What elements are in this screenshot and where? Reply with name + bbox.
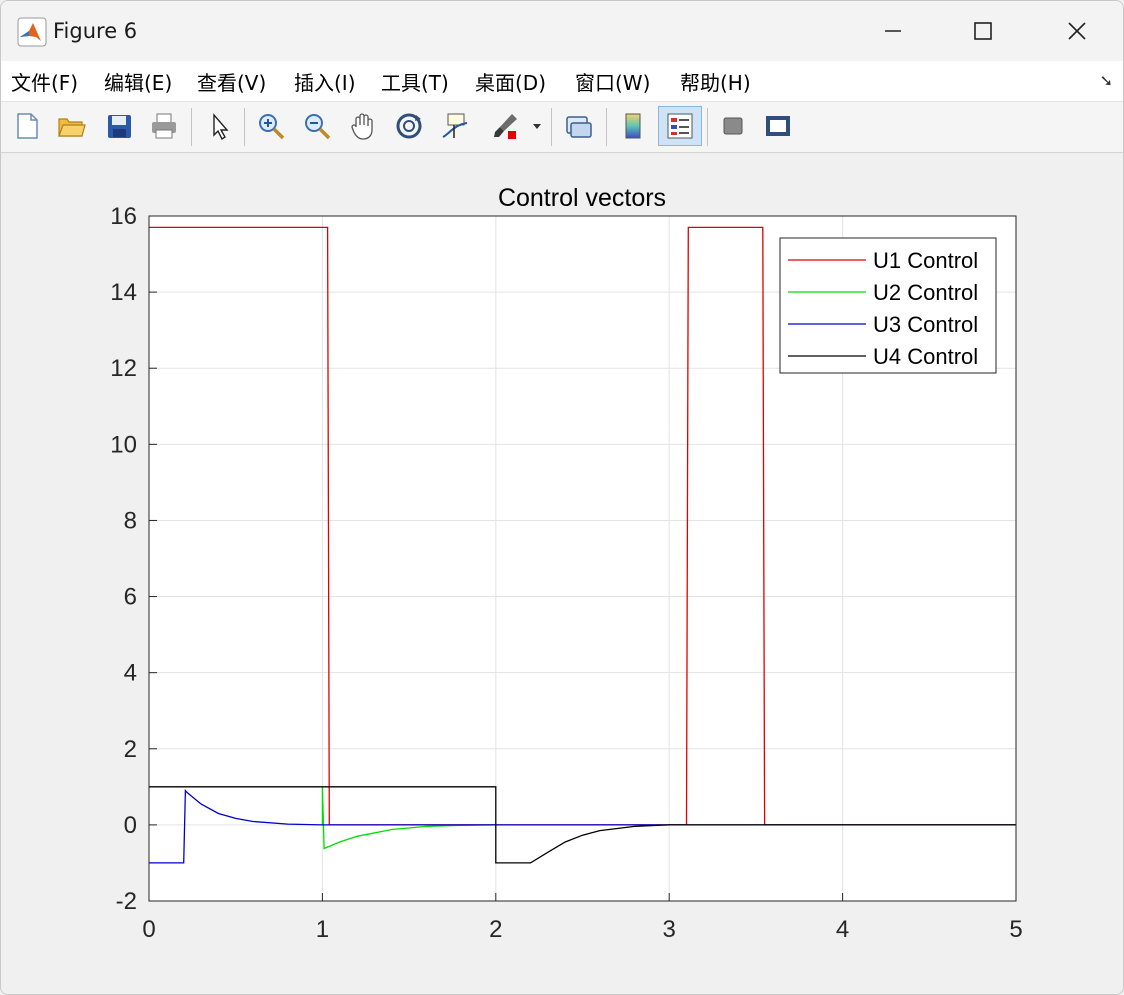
x-tick-label: 4 xyxy=(836,916,849,943)
menu-file[interactable]: 文件(F) xyxy=(11,67,78,96)
title-bar[interactable]: Figure 6 xyxy=(1,1,1123,61)
plot-canvas[interactable]: 012345 -20246810121416 Control vectors U… xyxy=(1,153,1123,994)
toolbar-separator xyxy=(707,108,708,146)
chevron-down-icon xyxy=(533,124,541,129)
link-plot-button[interactable] xyxy=(560,108,596,144)
y-tick-label: -2 xyxy=(116,888,137,915)
new-figure-icon xyxy=(17,113,38,139)
open-file-icon xyxy=(58,118,86,137)
y-tick-label: 0 xyxy=(124,812,137,839)
x-tick-label: 5 xyxy=(1009,916,1022,943)
toolbar-separator xyxy=(244,108,245,146)
legend-label-u4: U4 Control xyxy=(873,344,978,369)
legend-label-u1: U1 Control xyxy=(873,248,978,273)
colorbar-button[interactable] xyxy=(615,108,651,144)
legend[interactable]: U1 Control U2 Control U3 Control U4 Control xyxy=(779,237,997,374)
edit-plot-arrow-icon xyxy=(213,113,229,141)
figure-toolbar xyxy=(1,102,1123,153)
menu-tools[interactable]: 工具(T) xyxy=(381,67,449,96)
menu-bar: 文件(F) 编辑(E) 查看(V) 插入(I) 工具(T) 桌面(D) 窗口(W… xyxy=(1,61,1123,102)
menu-window[interactable]: 窗口(W) xyxy=(575,67,650,96)
legend-label-u3: U3 Control xyxy=(873,312,978,337)
x-tick-label: 2 xyxy=(489,916,502,943)
figure-window: Figure 6 文件(F) 编辑(E) 查看(V) 插入(I) 工具(T) 桌… xyxy=(0,0,1124,995)
pan-hand-icon xyxy=(351,113,373,140)
legend-icon xyxy=(667,113,693,139)
y-tick-label: 6 xyxy=(124,584,137,611)
colorbar-icon xyxy=(625,113,641,139)
x-tick-label: 3 xyxy=(663,916,676,943)
figure-canvas-area: 012345 -2 0 2 4 6 8 10 12 14 16 Control vectors U… xyxy=(1,153,1123,994)
x-tick-label: 1 xyxy=(316,916,329,943)
show-plot-tools-button[interactable] xyxy=(760,108,796,144)
zoom-in-icon xyxy=(259,114,285,140)
minimize-icon xyxy=(885,30,901,32)
close-button[interactable] xyxy=(1031,1,1123,61)
link-plot-icon xyxy=(566,116,592,138)
edit-plot-button[interactable] xyxy=(201,108,237,144)
minimize-button[interactable] xyxy=(847,1,939,61)
dock-arrow-icon[interactable]: ➘ xyxy=(1100,71,1113,90)
print-button[interactable] xyxy=(146,108,182,144)
window-title: Figure 6 xyxy=(53,19,138,43)
chart-title: Control vectors xyxy=(498,184,666,212)
maximize-button[interactable] xyxy=(937,1,1029,61)
menu-help[interactable]: 帮助(H) xyxy=(680,67,751,96)
y-tick-label: 2 xyxy=(124,736,137,763)
y-tick-label: 4 xyxy=(124,660,137,687)
pan-button[interactable] xyxy=(345,108,381,144)
menu-insert[interactable]: 插入(I) xyxy=(294,67,356,96)
rotate-3d-button[interactable] xyxy=(391,108,427,144)
menu-edit[interactable]: 编辑(E) xyxy=(104,67,172,96)
y-tick-label: 10 xyxy=(110,431,137,458)
new-figure-button[interactable] xyxy=(9,108,45,144)
zoom-out-icon xyxy=(305,114,331,140)
hide-plot-tools-icon xyxy=(723,117,743,135)
brush-button[interactable] xyxy=(487,108,523,144)
save-button[interactable] xyxy=(101,108,137,144)
menu-view[interactable]: 查看(V) xyxy=(197,67,266,96)
menu-desktop[interactable]: 桌面(D) xyxy=(475,67,546,96)
brush-dropdown-button[interactable] xyxy=(527,108,547,144)
y-tick-label: 16 xyxy=(110,203,137,230)
print-icon xyxy=(152,113,176,139)
show-plot-tools-icon xyxy=(766,116,790,136)
legend-button[interactable] xyxy=(658,106,702,146)
data-cursor-icon xyxy=(442,113,468,138)
x-tick-label: 0 xyxy=(142,916,155,943)
hide-plot-tools-button[interactable] xyxy=(715,108,751,144)
brush-icon xyxy=(494,114,517,139)
legend-label-u2: U2 Control xyxy=(873,280,978,305)
save-icon xyxy=(108,115,131,138)
toolbar-separator xyxy=(551,108,552,146)
close-icon xyxy=(1068,22,1086,40)
y-tick-label: 14 xyxy=(110,279,137,306)
y-tick-label: 12 xyxy=(110,355,137,382)
open-file-button[interactable] xyxy=(53,108,89,144)
matlab-logo-icon xyxy=(17,17,47,47)
maximize-icon xyxy=(974,22,992,40)
toolbar-separator xyxy=(606,108,607,146)
rotate-3d-icon xyxy=(396,113,422,139)
toolbar-separator xyxy=(191,108,192,146)
y-tick-label: 8 xyxy=(124,507,137,534)
data-cursor-button[interactable] xyxy=(437,108,473,144)
zoom-out-button[interactable] xyxy=(299,108,335,144)
zoom-in-button[interactable] xyxy=(253,108,289,144)
